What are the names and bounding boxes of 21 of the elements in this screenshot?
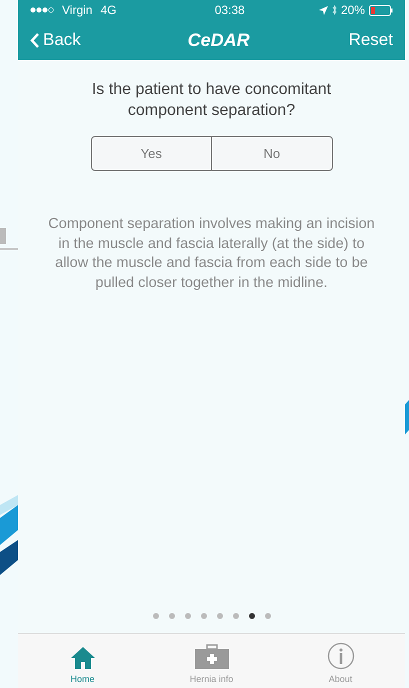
location-icon bbox=[318, 6, 328, 14]
battery-icon bbox=[368, 4, 393, 16]
answer-option[interactable]: Yes bbox=[92, 137, 211, 170]
battery-percentage: 20% bbox=[340, 2, 365, 19]
tab-item[interactable]: Hernia info bbox=[147, 634, 276, 688]
question-text: Is the patient to have concomitant component separation? bbox=[90, 80, 332, 121]
reset-button[interactable]: Reset bbox=[348, 27, 393, 53]
tab-item[interactable]: About bbox=[276, 634, 405, 688]
carrier-name: Virgin bbox=[62, 2, 92, 19]
medical-kit-icon bbox=[194, 644, 230, 670]
answer-option[interactable]: No bbox=[211, 137, 332, 170]
description-text: Component separation involves making an incision in the muscle and fascia laterally (at the side) to allow the muscle and fascia from each side to be pulled closer together in the midline. bbox=[47, 215, 376, 292]
app-title: CeDAR bbox=[188, 28, 250, 52]
clock-time: 03:38 bbox=[214, 2, 245, 19]
network-type: 4G bbox=[100, 2, 116, 19]
tab-item[interactable]: Home bbox=[18, 634, 147, 688]
home-icon bbox=[70, 646, 96, 670]
chevron-left-icon bbox=[30, 32, 39, 48]
info-icon bbox=[326, 642, 354, 670]
bluetooth-icon bbox=[332, 5, 337, 15]
back-button[interactable]: Back bbox=[30, 27, 81, 53]
